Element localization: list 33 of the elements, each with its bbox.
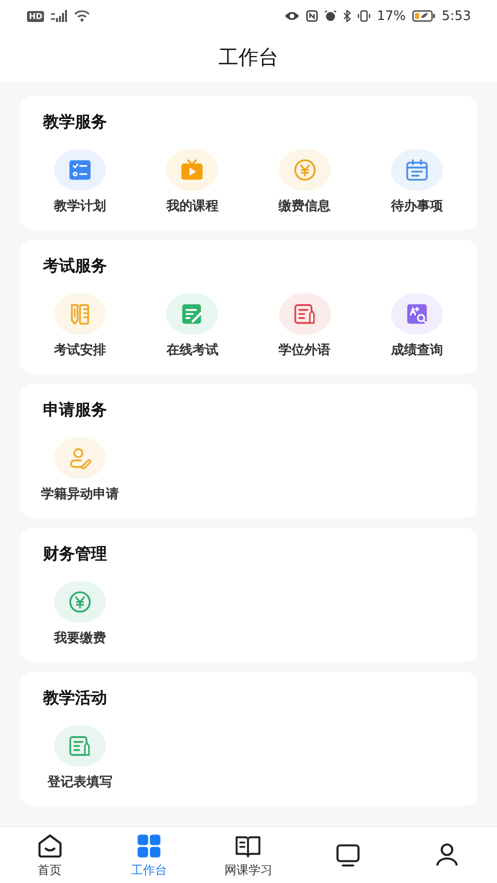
tab-item[interactable]: 首页 <box>0 827 100 883</box>
section-title: 申请服务 <box>42 400 107 421</box>
service-button[interactable]: 考试安排 <box>24 293 136 359</box>
tab-item[interactable]: 工作台 <box>99 827 199 883</box>
home-icon <box>36 832 64 860</box>
grid-icon <box>135 832 164 860</box>
service-button[interactable]: 成绩查询 <box>360 293 473 359</box>
service-button[interactable]: 缴费信息 <box>248 149 361 215</box>
service-button[interactable]: 学籍异动申请 <box>24 437 136 503</box>
service-button[interactable]: 我要缴费 <box>24 581 136 647</box>
service-button[interactable]: 登记表填写 <box>24 725 136 791</box>
section-title: 财务管理 <box>42 544 107 565</box>
section-title: 考试服务 <box>42 256 107 277</box>
service-button[interactable]: 待办事项 <box>360 149 473 215</box>
eye-icon <box>284 10 300 22</box>
nfc-icon <box>306 10 318 22</box>
battery-percent: 17% <box>376 8 406 24</box>
service-button[interactable]: 学位外语 <box>248 293 361 359</box>
section-title: 教学服务 <box>42 112 107 133</box>
tab-item[interactable]: 网课学习 <box>198 827 298 883</box>
service-button[interactable]: 教学计划 <box>24 149 136 215</box>
alarm-icon <box>324 10 337 22</box>
signal-icon <box>50 10 68 22</box>
hd-badge: HD <box>27 10 44 22</box>
service-button[interactable]: 在线考试 <box>136 293 248 359</box>
wifi-icon <box>74 10 90 22</box>
section-title: 教学活动 <box>42 688 107 709</box>
service-button[interactable]: 我的课程 <box>136 149 248 215</box>
bluetooth-icon <box>342 10 351 22</box>
page-title: 工作台 <box>218 44 278 70</box>
vibrate-icon <box>356 10 371 22</box>
clock-time: 5:53 <box>442 8 471 24</box>
battery-icon <box>412 10 436 22</box>
